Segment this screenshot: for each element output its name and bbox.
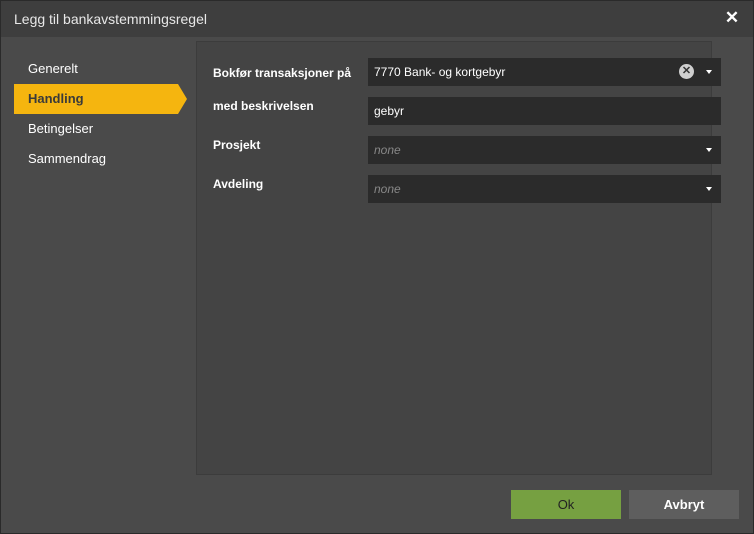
department-row: Avdeling none bbox=[213, 175, 721, 203]
department-select[interactable]: none bbox=[368, 175, 721, 203]
project-row: Prosjekt none bbox=[213, 136, 721, 164]
description-label: med beskrivelsen bbox=[213, 99, 314, 113]
account-value: 7770 Bank- og kortgebyr bbox=[374, 65, 506, 79]
chevron-down-icon[interactable] bbox=[706, 187, 712, 191]
sidebar-item-generelt[interactable]: Generelt bbox=[14, 54, 184, 84]
department-placeholder: none bbox=[374, 182, 401, 196]
sidebar-item-handling[interactable]: Handling bbox=[14, 84, 187, 114]
sidebar-item-sammendrag[interactable]: Sammendrag bbox=[14, 144, 184, 174]
department-label: Avdeling bbox=[213, 177, 264, 191]
account-row: Bokfør transaksjoner på 7770 Bank- og ko… bbox=[213, 58, 721, 86]
action-panel: Bokfør transaksjoner på 7770 Bank- og ko… bbox=[196, 41, 721, 475]
sidebar-nav: Generelt Handling Betingelser Sammendrag bbox=[14, 54, 187, 174]
description-row: med beskrivelsen bbox=[213, 97, 721, 125]
sidebar-item-betingelser[interactable]: Betingelser bbox=[14, 114, 184, 144]
cancel-button[interactable]: Avbryt bbox=[629, 490, 739, 519]
ok-button[interactable]: Ok bbox=[511, 490, 621, 519]
close-icon[interactable]: ✕ bbox=[723, 8, 741, 28]
project-select[interactable]: none bbox=[368, 136, 721, 164]
description-input[interactable] bbox=[368, 97, 721, 125]
account-label: Bokfør transaksjoner på bbox=[213, 66, 352, 80]
project-placeholder: none bbox=[374, 143, 401, 157]
clear-icon[interactable]: ✕ bbox=[679, 64, 694, 79]
dialog-title: Legg til bankavstemmingsregel bbox=[14, 11, 207, 27]
account-select[interactable]: 7770 Bank- og kortgebyr ✕ bbox=[368, 58, 721, 86]
chevron-down-icon[interactable] bbox=[706, 70, 712, 74]
chevron-down-icon[interactable] bbox=[706, 148, 712, 152]
project-label: Prosjekt bbox=[213, 138, 261, 152]
titlebar: Legg til bankavstemmingsregel ✕ bbox=[1, 1, 753, 37]
bank-reconciliation-rule-dialog: Legg til bankavstemmingsregel ✕ Generelt… bbox=[0, 0, 754, 534]
